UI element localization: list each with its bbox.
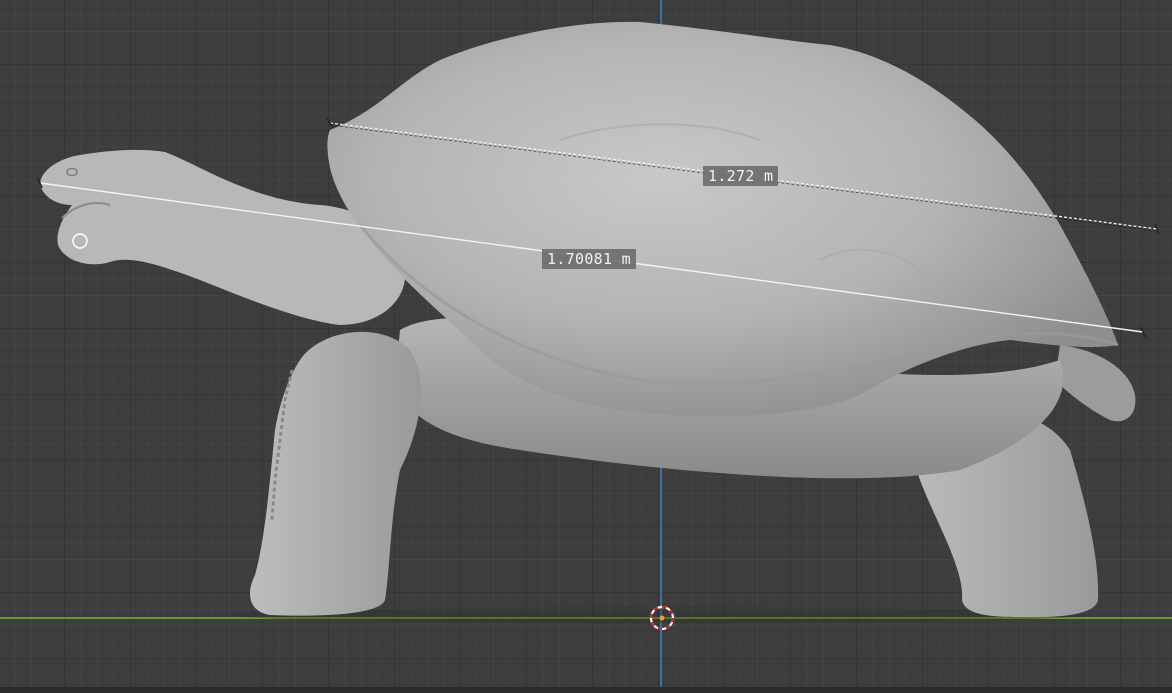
measurement-label-body: 1.70081 m: [542, 249, 636, 269]
3d-viewport[interactable]: 1.272 m 1.70081 m: [0, 0, 1172, 693]
viewport-bottom-edge: [0, 687, 1172, 693]
tortoise-model[interactable]: [40, 21, 1136, 623]
scene-canvas[interactable]: [0, 0, 1172, 693]
measurement-label-shell: 1.272 m: [703, 166, 779, 186]
